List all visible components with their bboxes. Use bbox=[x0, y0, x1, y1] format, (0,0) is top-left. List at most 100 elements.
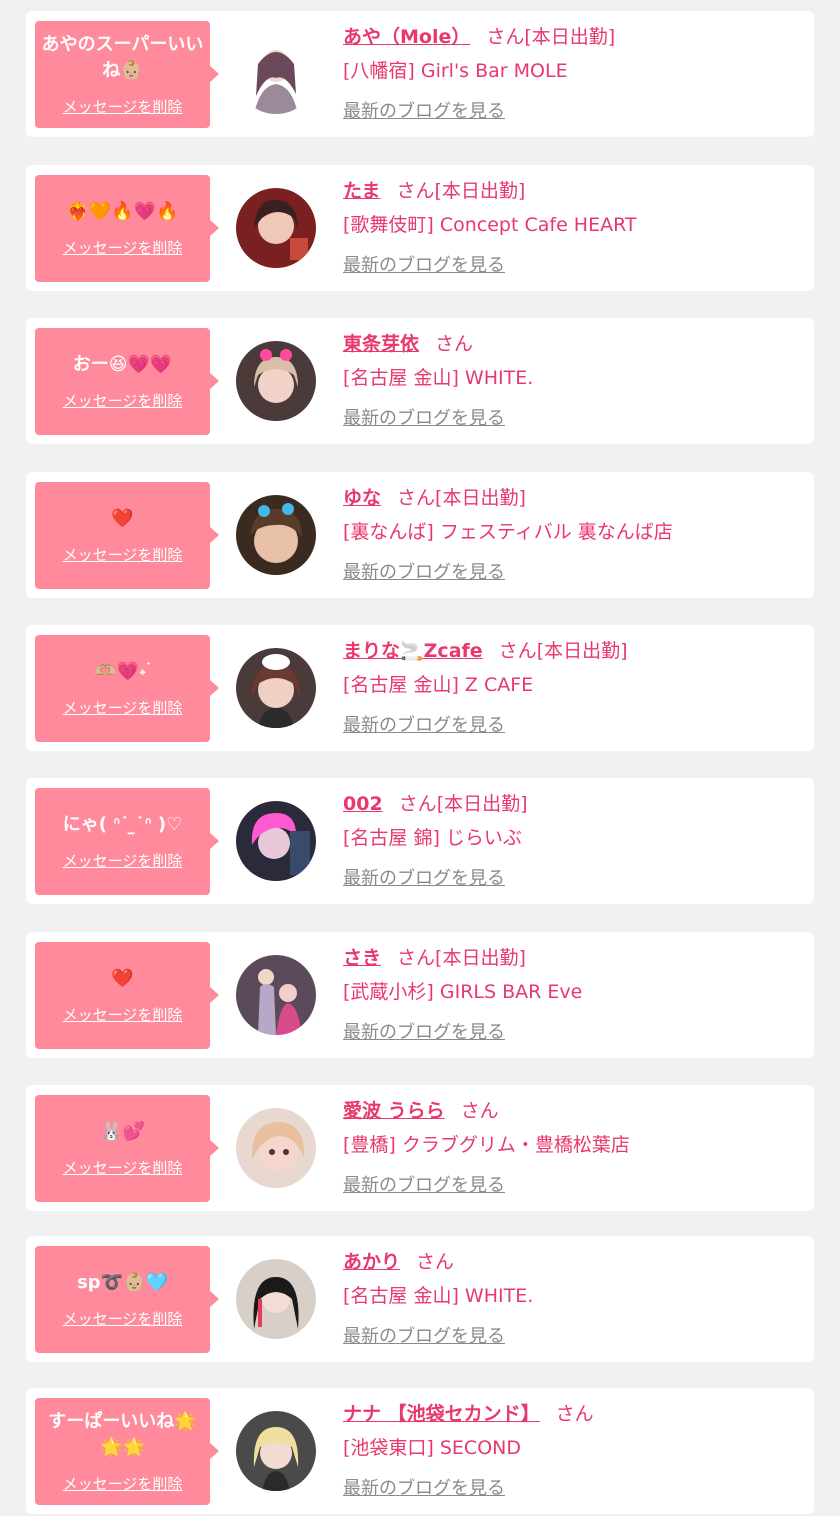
cast-info: 東条芽依 さん [名古屋 金山] WHITE. 最新のブログを見る bbox=[343, 330, 804, 430]
honorific: さん bbox=[555, 1403, 594, 1425]
cast-name-link[interactable]: 002 bbox=[343, 793, 383, 815]
honorific: さん bbox=[486, 26, 525, 48]
honorific: さん bbox=[460, 1100, 499, 1122]
honorific: さん bbox=[397, 947, 436, 969]
avatar[interactable] bbox=[236, 341, 316, 421]
message-text: sp➰👶🏼🩵 bbox=[77, 1272, 168, 1293]
delete-message-link[interactable]: メッセージを削除 bbox=[63, 390, 183, 411]
cast-name-link[interactable]: たま bbox=[343, 180, 380, 202]
avatar[interactable] bbox=[236, 1108, 316, 1188]
list-item: 🫶🏼💗˖ ࣪ メッセージを削除 まりな🚬Zcafe さん[本日出勤] [名古屋 金… bbox=[26, 625, 814, 751]
cast-info: まりな🚬Zcafe さん[本日出勤] [名古屋 金山] Z CAFE 最新のブログ… bbox=[343, 637, 804, 737]
attendance-badge: [本日出勤] bbox=[435, 947, 526, 969]
message-bubble: おー😆💗💗 メッセージを削除 bbox=[35, 328, 219, 435]
cast-name-link[interactable]: 東条芽依 bbox=[343, 333, 419, 355]
message-text: すーぱーいいね🌟🌟🌟 bbox=[48, 1411, 197, 1458]
honorific: さん bbox=[397, 487, 436, 509]
shop-name: [池袋東口] SECOND bbox=[343, 1437, 521, 1459]
latest-blog-link[interactable]: 最新のブログを見る bbox=[343, 404, 505, 430]
cast-info: たま さん[本日出勤] [歌舞伎町] Concept Cafe HEART 最新の… bbox=[343, 177, 804, 277]
attendance-badge: [本日出勤] bbox=[524, 26, 616, 48]
message-text: 🐰💕 bbox=[100, 1121, 145, 1142]
latest-blog-link[interactable]: 最新のブログを見る bbox=[343, 97, 505, 123]
list-item: ❤️ メッセージを削除 ゆな さん[本日出勤] [裏なんば] フェスティバル 裏な… bbox=[26, 472, 814, 598]
latest-blog-link[interactable]: 最新のブログを見る bbox=[343, 1322, 505, 1348]
cast-name-link[interactable]: あかり bbox=[343, 1251, 400, 1273]
delete-message-link[interactable]: メッセージを削除 bbox=[63, 544, 183, 565]
message-bubble: すーぱーいいね🌟🌟🌟 メッセージを削除 bbox=[35, 1398, 219, 1505]
message-bubble: ❤️ メッセージを削除 bbox=[35, 482, 219, 589]
list-item: 🐰💕 メッセージを削除 愛波 うらら さん [豊橋] クラブグリム・豊橋松葉店 最… bbox=[26, 1085, 814, 1211]
message-bubble: 🐰💕 メッセージを削除 bbox=[35, 1095, 219, 1202]
cast-name-link[interactable]: ゆな bbox=[343, 487, 381, 509]
shop-name: [名古屋 金山] WHITE. bbox=[343, 367, 534, 389]
latest-blog-link[interactable]: 最新のブログを見る bbox=[343, 711, 505, 737]
cast-info: ゆな さん[本日出勤] [裏なんば] フェスティバル 裏なんば店 最新のブログを見… bbox=[343, 484, 804, 584]
delete-message-link[interactable]: メッセージを削除 bbox=[63, 237, 183, 258]
delete-message-link[interactable]: メッセージを削除 bbox=[63, 1004, 183, 1025]
attendance-badge: [本日出勤] bbox=[435, 487, 526, 509]
list-item: おー😆💗💗 メッセージを削除 東条芽依 さん [名古屋 金山] WHITE. 最新… bbox=[26, 318, 814, 444]
avatar[interactable] bbox=[236, 955, 316, 1035]
cast-info: ナナ 【池袋セカンド】 さん [池袋東口] SECOND 最新のブログを見る bbox=[343, 1400, 804, 1500]
delete-message-link[interactable]: メッセージを削除 bbox=[63, 850, 183, 871]
cast-info: 愛波 うらら さん [豊橋] クラブグリム・豊橋松葉店 最新のブログを見る bbox=[343, 1097, 804, 1197]
message-text: おー😆💗💗 bbox=[72, 354, 173, 375]
cast-info: あかり さん [名古屋 金山] WHITE. 最新のブログを見る bbox=[343, 1248, 804, 1348]
avatar[interactable] bbox=[236, 1259, 316, 1339]
attendance-badge: [本日出勤] bbox=[436, 793, 528, 815]
message-text: ❤️‍🔥🧡‍🔥💗‍🔥 bbox=[66, 201, 179, 222]
message-bubble: ❤️‍🔥🧡‍🔥💗‍🔥 メッセージを削除 bbox=[35, 175, 219, 282]
delete-message-link[interactable]: メッセージを削除 bbox=[63, 96, 183, 117]
avatar[interactable] bbox=[236, 188, 316, 268]
honorific: さん bbox=[396, 180, 435, 202]
cast-name-link[interactable]: まりな🚬Zcafe bbox=[343, 640, 483, 662]
latest-blog-link[interactable]: 最新のブログを見る bbox=[343, 1171, 505, 1197]
honorific: さん bbox=[416, 1251, 455, 1273]
cast-name-link[interactable]: あや（Mole） bbox=[343, 26, 470, 48]
message-text: ❤️ bbox=[111, 968, 134, 989]
cast-info: 002 さん[本日出勤] [名古屋 錦] じらいぶ 最新のブログを見る bbox=[343, 790, 804, 890]
list-item: sp➰👶🏼🩵 メッセージを削除 あかり さん [名古屋 金山] WHITE. 最新… bbox=[26, 1236, 814, 1362]
message-text: にゃ( ᐢ˙ ̫˙ᐢ )♡ bbox=[62, 814, 183, 835]
shop-name: [名古屋 錦] じらいぶ bbox=[343, 827, 522, 849]
cast-name-link[interactable]: 愛波 うらら bbox=[343, 1100, 445, 1122]
message-text: 🫶🏼💗˖ ࣪ bbox=[94, 661, 151, 682]
message-bubble: ❤️ メッセージを削除 bbox=[35, 942, 219, 1049]
honorific: さん bbox=[498, 640, 537, 662]
honorific: さん bbox=[435, 333, 474, 355]
honorific: さん bbox=[398, 793, 437, 815]
latest-blog-link[interactable]: 最新のブログを見る bbox=[343, 864, 505, 890]
cast-name-link[interactable]: ナナ 【池袋セカンド】 bbox=[343, 1403, 540, 1425]
shop-name: [武蔵小杉] GIRLS BAR Eve bbox=[343, 981, 583, 1003]
avatar[interactable] bbox=[236, 34, 316, 114]
latest-blog-link[interactable]: 最新のブログを見る bbox=[343, 1018, 505, 1044]
list-item: ❤️ メッセージを削除 さき さん[本日出勤] [武蔵小杉] GIRLS BAR … bbox=[26, 932, 814, 1058]
latest-blog-link[interactable]: 最新のブログを見る bbox=[343, 558, 505, 584]
shop-name: [名古屋 金山] Z CAFE bbox=[343, 674, 534, 696]
list-item: ❤️‍🔥🧡‍🔥💗‍🔥 メッセージを削除 たま さん[本日出勤] [歌舞伎町] Co… bbox=[26, 165, 814, 291]
delete-message-link[interactable]: メッセージを削除 bbox=[63, 1473, 183, 1494]
cast-info: あや（Mole） さん[本日出勤] [八幡宿] Girl's Bar MOLE 最… bbox=[343, 23, 804, 123]
avatar[interactable] bbox=[236, 648, 316, 728]
avatar[interactable] bbox=[236, 801, 316, 881]
shop-name: [名古屋 金山] WHITE. bbox=[343, 1285, 534, 1307]
shop-name: [歌舞伎町] Concept Cafe HEART bbox=[343, 214, 637, 236]
attendance-badge: [本日出勤] bbox=[536, 640, 628, 662]
avatar[interactable] bbox=[236, 495, 316, 575]
latest-blog-link[interactable]: 最新のブログを見る bbox=[343, 251, 505, 277]
delete-message-link[interactable]: メッセージを削除 bbox=[63, 1308, 183, 1329]
delete-message-link[interactable]: メッセージを削除 bbox=[63, 1157, 183, 1178]
shop-name: [豊橋] クラブグリム・豊橋松葉店 bbox=[343, 1134, 630, 1156]
latest-blog-link[interactable]: 最新のブログを見る bbox=[343, 1474, 505, 1500]
cast-name-link[interactable]: さき bbox=[343, 947, 381, 969]
list-item: にゃ( ᐢ˙ ̫˙ᐢ )♡ メッセージを削除 002 さん[本日出勤] [名古屋 … bbox=[26, 778, 814, 904]
message-text: ❤️ bbox=[111, 508, 134, 529]
attendance-badge: [本日出勤] bbox=[434, 180, 526, 202]
message-bubble: にゃ( ᐢ˙ ̫˙ᐢ )♡ メッセージを削除 bbox=[35, 788, 219, 895]
cast-info: さき さん[本日出勤] [武蔵小杉] GIRLS BAR Eve 最新のブログを見… bbox=[343, 944, 804, 1044]
message-bubble: あやのスーパーいいね👶🏼 メッセージを削除 bbox=[35, 21, 219, 128]
message-bubble: 🫶🏼💗˖ ࣪ メッセージを削除 bbox=[35, 635, 219, 742]
delete-message-link[interactable]: メッセージを削除 bbox=[63, 697, 183, 718]
avatar[interactable] bbox=[236, 1411, 316, 1491]
